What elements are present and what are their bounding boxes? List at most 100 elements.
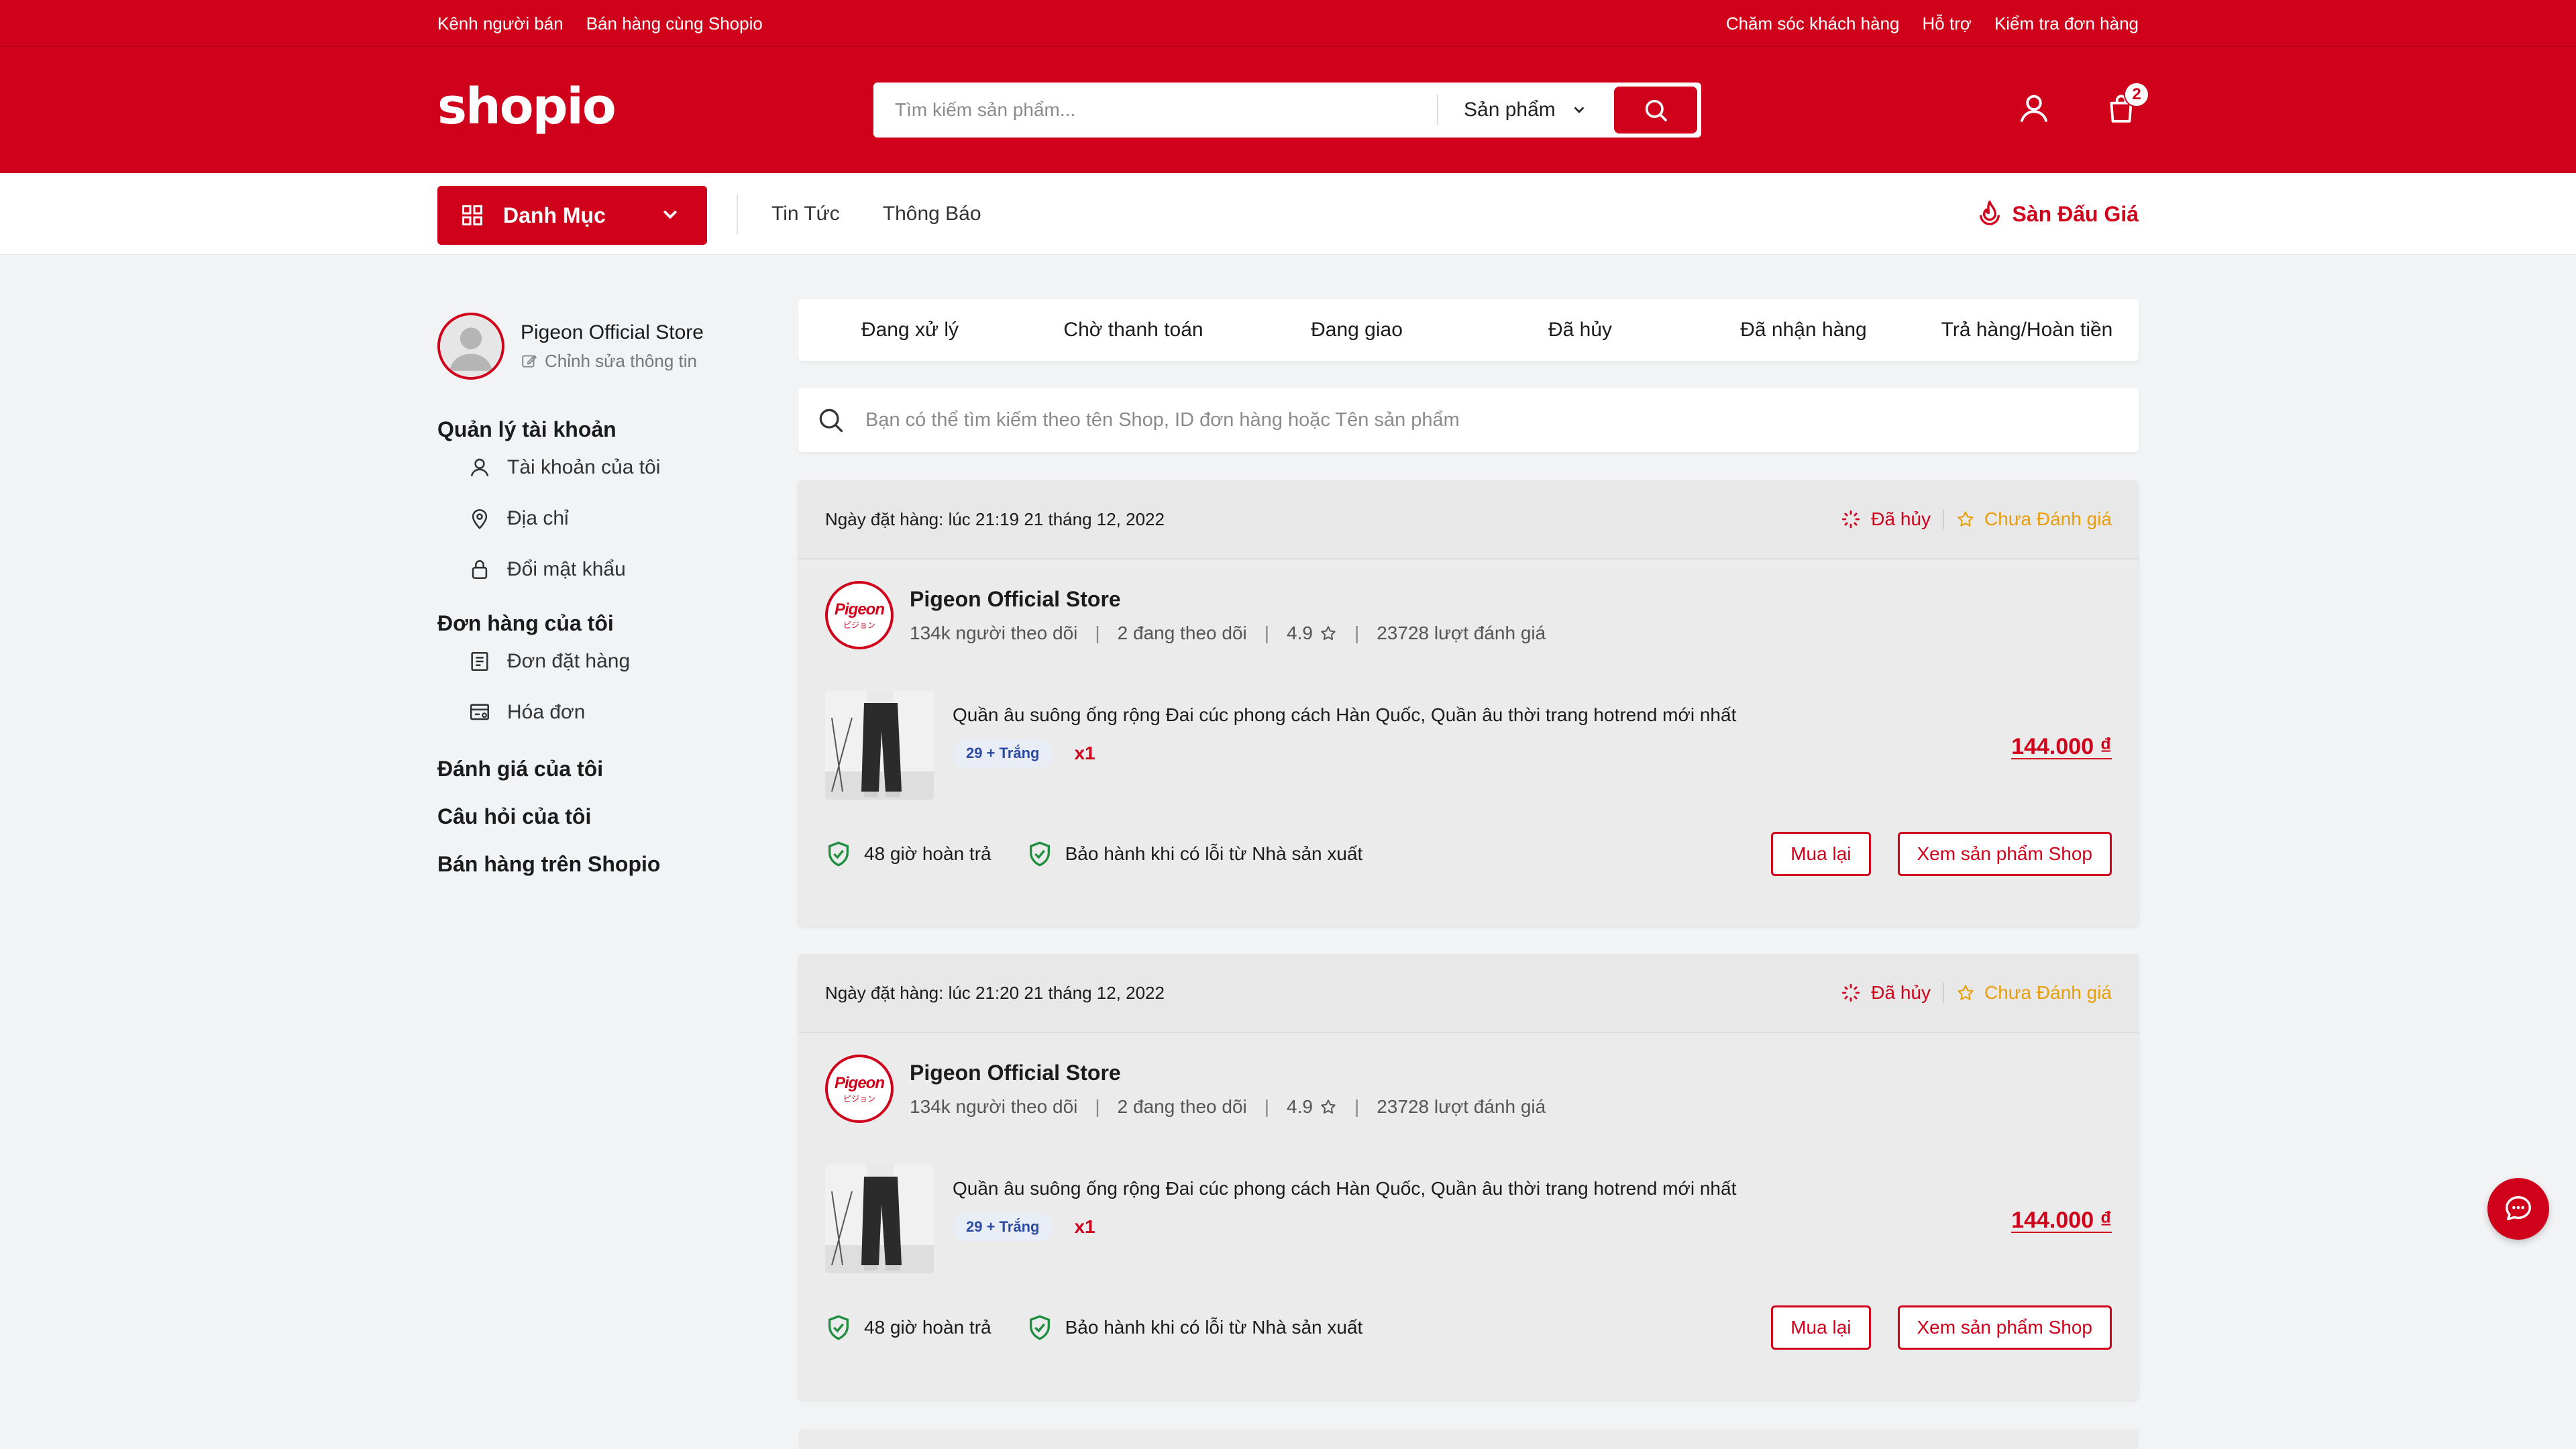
product-title[interactable]: Quần âu suông ống rộng Đai cúc phong các…: [953, 1178, 1736, 1199]
nav-link-notifications[interactable]: Thông Báo: [883, 203, 981, 225]
category-button[interactable]: Danh Mục: [437, 186, 707, 245]
shop-info: Pigeon ピジョン Pigeon Official Store 134k n…: [825, 1055, 1546, 1123]
search-scope-dropdown[interactable]: Sản phẩm: [1438, 83, 1612, 138]
product-variant: 29 + Trắng x1: [953, 1213, 1095, 1241]
product-thumbnail[interactable]: [825, 1165, 934, 1273]
sidebar-item-label: Tài khoản của tôi: [507, 456, 661, 478]
sidebar-item-orders[interactable]: Đơn đặt hàng: [437, 636, 759, 687]
order-status-cancelled: Đã hủy: [1841, 508, 1931, 530]
search-icon: [1645, 99, 1667, 121]
shopio-logo[interactable]: shopio: [437, 78, 616, 136]
order-status-cancelled: Đã hủy: [1841, 982, 1931, 1004]
search-button[interactable]: [1614, 87, 1697, 133]
chat-button[interactable]: [2487, 1178, 2549, 1240]
trousers-product-image: [825, 691, 934, 800]
review-status-label: Chưa Đánh giá: [1984, 982, 2112, 1003]
edit-profile-link[interactable]: Chỉnh sửa thông tin: [521, 351, 704, 372]
shop-logo[interactable]: Pigeon ピジョン: [825, 1055, 894, 1123]
tab-awaiting-payment[interactable]: Chờ thanh toán: [1022, 319, 1245, 341]
shop-logo-text: Pigeon: [834, 1073, 885, 1092]
shield-check-icon: [1029, 1315, 1050, 1340]
rebuy-button[interactable]: Mua lại: [1771, 832, 1871, 876]
rebuy-button[interactable]: Mua lại: [1771, 1305, 1871, 1350]
sidebar-item-sell-on-shopio[interactable]: Bán hàng trên Shopio: [437, 852, 759, 877]
account-button[interactable]: [2012, 87, 2055, 130]
tab-returns-refunds[interactable]: Trả hàng/Hoàn tiền: [1915, 319, 2139, 341]
stats-separator: |: [1264, 1095, 1270, 1117]
view-shop-products-button[interactable]: Xem sản phẩm Shop: [1897, 1305, 2112, 1350]
chevron-down-icon: [1574, 107, 1585, 113]
user-icon: [470, 458, 489, 477]
support-link[interactable]: Hỗ trợ: [1923, 13, 1972, 34]
stats-separator: |: [1095, 622, 1100, 643]
shop-name[interactable]: Pigeon Official Store: [910, 587, 1546, 612]
nav-divider: [737, 195, 738, 235]
seller-channel-link[interactable]: Kênh người bán: [437, 13, 564, 34]
tab-received[interactable]: Đã nhận hàng: [1692, 319, 1915, 341]
account-sidebar: Pigeon Official Store Chỉnh sửa thông ti…: [437, 313, 759, 877]
guarantee-label: 48 giờ hoàn trả: [864, 843, 991, 864]
product-price: 144.000 ₫: [2011, 734, 2112, 759]
stats-separator: |: [1354, 1095, 1360, 1117]
order-status-label: Đã hủy: [1871, 982, 1931, 1003]
nav-link-news[interactable]: Tin Tức: [771, 203, 840, 225]
shop-review-count: 23728 lượt đánh giá: [1377, 622, 1546, 643]
sidebar-item-my-reviews[interactable]: Đánh giá của tôi: [437, 757, 759, 782]
review-status[interactable]: Chưa Đánh giá: [1956, 508, 2112, 530]
shop-name[interactable]: Pigeon Official Store: [910, 1061, 1546, 1085]
order-card-partial: [798, 1429, 2139, 1449]
tab-cancelled[interactable]: Đã hủy: [1468, 319, 1692, 341]
sidebar-item-label: Đơn đặt hàng: [507, 650, 631, 672]
shop-followers: 134k người theo dõi: [910, 622, 1078, 643]
order-header: Ngày đặt hàng: lúc 21:20 21 tháng 12, 20…: [798, 954, 2139, 1033]
shop-following: 2 đang theo dõi: [1117, 1095, 1247, 1117]
sidebar-item-change-password[interactable]: Đổi mật khẩu: [437, 544, 759, 595]
account-management-title[interactable]: Quản lý tài khoản: [437, 417, 759, 442]
order-status-tabs: Đang xử lý Chờ thanh toán Đang giao Đã h…: [798, 299, 2139, 361]
tab-processing[interactable]: Đang xử lý: [798, 319, 1022, 341]
sidebar-item-my-account[interactable]: Tài khoản của tôi: [437, 442, 759, 493]
sidebar-item-invoices[interactable]: Hóa đơn: [437, 687, 759, 738]
customer-care-link[interactable]: Chăm sóc khách hàng: [1726, 13, 1900, 34]
shop-following: 2 đang theo dõi: [1117, 622, 1247, 643]
header: shopio Sản phẩm 2: [0, 47, 2576, 173]
shield-check-icon: [828, 1315, 849, 1340]
user-icon: [2020, 95, 2048, 123]
product-price: 144.000 ₫: [2011, 1208, 2112, 1233]
status-divider: [1943, 983, 1945, 1003]
product-thumbnail[interactable]: [825, 691, 934, 800]
shield-check-icon: [1029, 841, 1050, 867]
avatar[interactable]: [437, 313, 504, 380]
edit-profile-label: Chỉnh sửa thông tin: [545, 350, 697, 371]
view-shop-products-button[interactable]: Xem sản phẩm Shop: [1897, 832, 2112, 876]
receipt-list-icon: [471, 651, 488, 672]
shop-stats: 134k người theo dõi | 2 đang theo dõi | …: [910, 623, 1546, 644]
order-product[interactable]: Quần âu suông ống rộng Đai cúc phong các…: [825, 1165, 2112, 1273]
sell-with-shopio-link[interactable]: Bán hàng cùng Shopio: [586, 13, 763, 34]
invoice-icon: [470, 704, 490, 720]
lock-icon: [472, 560, 488, 580]
order-footer: 48 giờ hoàn trả Bảo hành khi có lỗi từ N…: [825, 1304, 2112, 1351]
sidebar-item-address[interactable]: Địa chỉ: [437, 493, 759, 544]
shop-followers: 134k người theo dõi: [910, 1095, 1078, 1117]
cart-button[interactable]: 2: [2100, 82, 2149, 130]
search-input[interactable]: [873, 90, 1437, 130]
guarantee-label: Bảo hành khi có lỗi từ Nhà sản xuất: [1065, 1317, 1363, 1338]
order-date: Ngày đặt hàng: lúc 21:19 21 tháng 12, 20…: [825, 508, 1165, 529]
profile-name: Pigeon Official Store: [521, 321, 704, 343]
check-order-link[interactable]: Kiểm tra đơn hàng: [1994, 13, 2139, 34]
tab-shipping[interactable]: Đang giao: [1245, 319, 1468, 341]
shop-rating: 4.9: [1287, 623, 1337, 644]
order-search-input[interactable]: [865, 409, 2073, 431]
sidebar-item-my-questions[interactable]: Câu hỏi của tôi: [437, 804, 759, 829]
product-title[interactable]: Quần âu suông ống rộng Đai cúc phong các…: [953, 704, 1736, 726]
chat-bubble-icon: [2506, 1196, 2531, 1221]
order-product[interactable]: Quần âu suông ống rộng Đai cúc phong các…: [825, 691, 2112, 800]
variant-tag: 29 + Trắng: [953, 1213, 1053, 1241]
auction-link[interactable]: Sàn Đấu Giá: [1976, 173, 2139, 255]
my-orders-title[interactable]: Đơn hàng của tôi: [437, 611, 759, 636]
fire-icon: [1979, 200, 2000, 225]
status-divider: [1943, 509, 1945, 529]
shop-logo[interactable]: Pigeon ピジョン: [825, 581, 894, 649]
review-status[interactable]: Chưa Đánh giá: [1956, 982, 2112, 1004]
